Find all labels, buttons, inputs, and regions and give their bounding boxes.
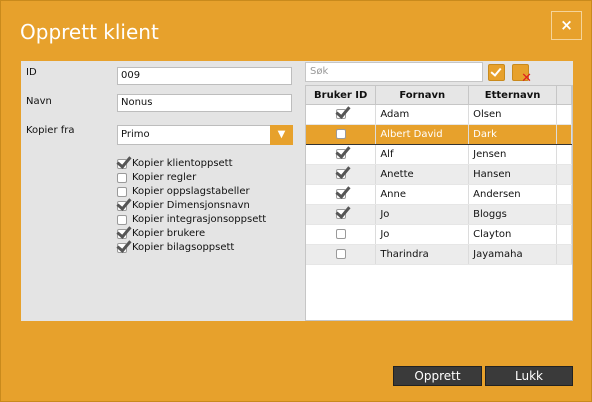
last-name-cell: Jayamaha: [468, 244, 558, 265]
dialog-title: Opprett klient: [20, 20, 159, 44]
first-name-cell: Anne: [375, 184, 470, 205]
option-label: Kopier Dimensjonsnavn: [132, 200, 250, 211]
last-name-cell: Bloggs: [468, 204, 558, 225]
last-name-cell: Jensen: [468, 144, 558, 165]
create-button[interactable]: Opprett: [393, 366, 482, 386]
search-input[interactable]: Søk: [305, 62, 483, 82]
table-row[interactable]: Jo Clayton: [306, 224, 572, 245]
table-row[interactable]: Adam Olsen: [306, 104, 572, 125]
first-name-cell: Jo: [375, 204, 470, 225]
option-label: Kopier bilagsoppsett: [132, 242, 235, 253]
create-client-dialog: Opprett klient × ID 009 Navn Nonus Kopie…: [0, 0, 592, 402]
last-name-cell: Olsen: [468, 104, 558, 125]
option-copy-integration-setup[interactable]: Kopier integrasjonsoppsett: [117, 214, 266, 225]
column-header-spacer: [556, 86, 572, 105]
last-name-cell: Clayton: [468, 224, 558, 245]
checkbox-icon[interactable]: [117, 200, 127, 211]
table-row[interactable]: Tharindra Jayamaha: [306, 244, 572, 265]
deselect-all-icon[interactable]: ✕: [512, 64, 532, 85]
copy-from-value: Primo: [121, 129, 150, 140]
row-checkbox[interactable]: [335, 109, 346, 119]
option-label: Kopier brukere: [132, 228, 206, 239]
row-checkbox[interactable]: [335, 129, 346, 139]
last-name-cell: Andersen: [468, 184, 558, 205]
last-name-cell: Hansen: [468, 164, 558, 185]
option-copy-lookup-tables[interactable]: Kopier oppslagstabeller: [117, 186, 250, 197]
option-label: Kopier oppslagstabeller: [132, 186, 250, 197]
table-row-selected[interactable]: Albert David Dark: [306, 124, 572, 145]
table-row[interactable]: Alf Jensen: [306, 144, 572, 165]
table-row[interactable]: Jo Bloggs: [306, 204, 572, 225]
first-name-cell: Adam: [375, 104, 470, 125]
form-panel: ID 009 Navn Nonus Kopier fra Primo ▼ Kop…: [21, 61, 573, 321]
option-copy-client-setup[interactable]: Kopier klientoppsett: [117, 158, 233, 169]
row-checkbox[interactable]: [335, 189, 346, 199]
red-x-icon: ✕: [521, 71, 532, 86]
option-copy-users[interactable]: Kopier brukere: [117, 228, 205, 239]
checkbox-icon[interactable]: [117, 242, 127, 253]
last-name-cell: Dark: [468, 124, 558, 145]
copy-from-select[interactable]: Primo ▼: [117, 125, 293, 145]
column-header-user-id[interactable]: Bruker ID: [306, 86, 377, 105]
row-checkbox[interactable]: [335, 229, 346, 239]
option-label: Kopier klientoppsett: [132, 158, 233, 169]
row-checkbox[interactable]: [335, 249, 346, 259]
checkbox-icon[interactable]: [117, 158, 127, 169]
table-row[interactable]: Anne Andersen: [306, 184, 572, 205]
option-label: Kopier regler: [132, 172, 197, 183]
close-icon[interactable]: ×: [551, 11, 582, 40]
id-field[interactable]: 009: [117, 67, 292, 85]
first-name-cell: Tharindra: [375, 244, 470, 265]
first-name-cell: Albert David: [375, 124, 470, 145]
row-checkbox[interactable]: [335, 209, 346, 219]
first-name-cell: Jo: [375, 224, 470, 245]
column-header-last-name[interactable]: Etternavn: [468, 86, 558, 105]
select-all-icon[interactable]: [488, 64, 505, 81]
option-copy-rules[interactable]: Kopier regler: [117, 172, 196, 183]
column-header-first-name[interactable]: Fornavn: [375, 86, 470, 105]
name-label: Navn: [26, 96, 52, 107]
first-name-cell: Alf: [375, 144, 470, 165]
chevron-down-icon[interactable]: ▼: [270, 125, 293, 145]
checkbox-icon[interactable]: [117, 172, 127, 183]
row-checkbox[interactable]: [335, 149, 346, 159]
table-row[interactable]: Anette Hansen: [306, 164, 572, 185]
close-button[interactable]: Lukk: [485, 366, 573, 386]
option-label: Kopier integrasjonsoppsett: [132, 214, 267, 225]
users-table: Bruker ID Fornavn Etternavn Adam Olsen A…: [305, 85, 573, 321]
name-field[interactable]: Nonus: [117, 94, 292, 112]
id-label: ID: [26, 67, 37, 78]
first-name-cell: Anette: [375, 164, 470, 185]
option-copy-dimension-names[interactable]: Kopier Dimensjonsnavn: [117, 200, 250, 211]
copy-from-label: Kopier fra: [26, 125, 75, 136]
option-copy-voucher-setup[interactable]: Kopier bilagsoppsett: [117, 242, 234, 253]
row-checkbox[interactable]: [335, 169, 346, 179]
